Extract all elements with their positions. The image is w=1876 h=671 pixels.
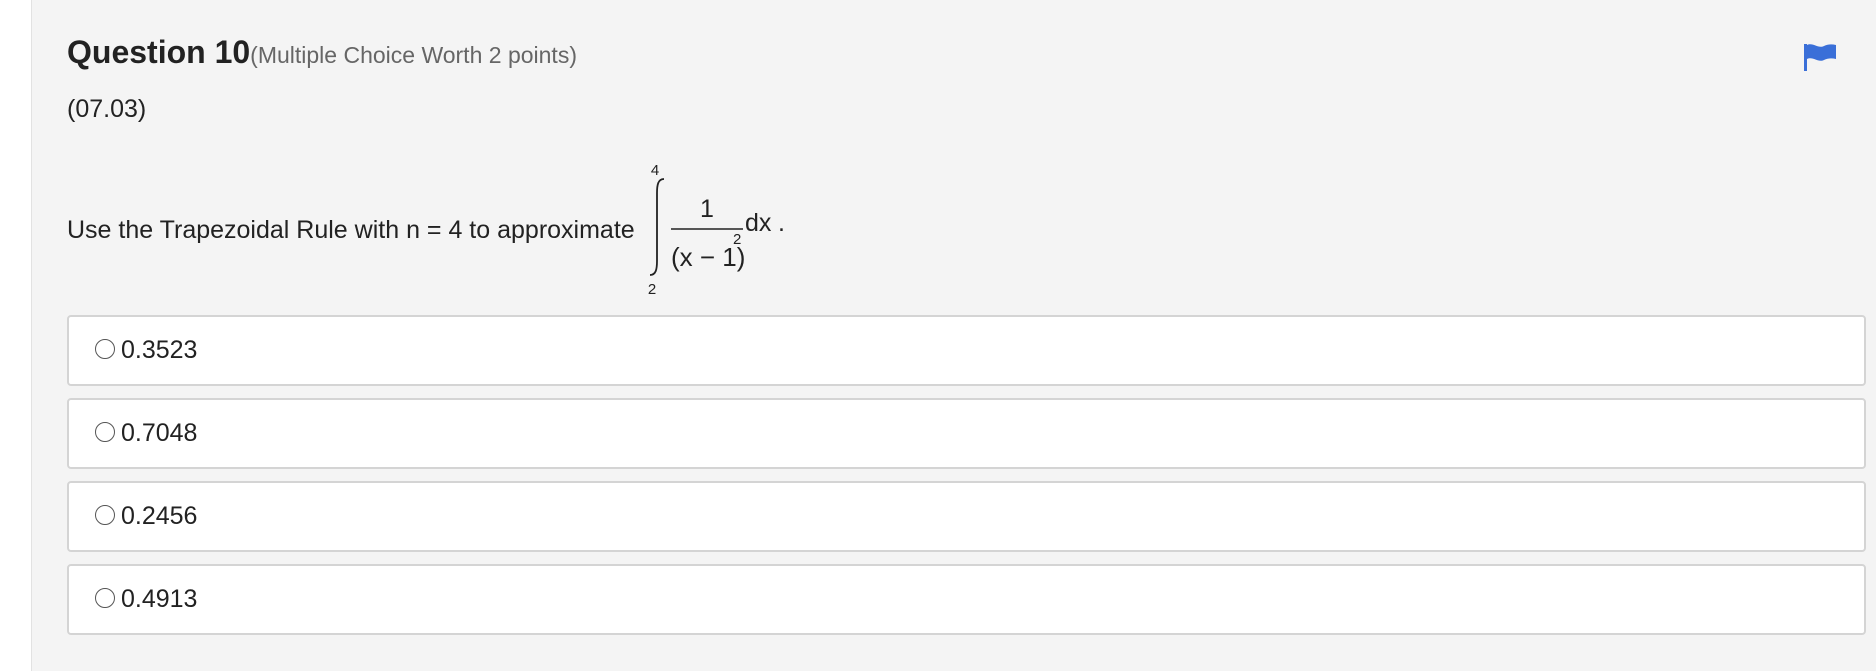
option-label: 0.7048 <box>121 419 198 447</box>
numerator: 1 <box>700 195 714 223</box>
end-period: . <box>778 209 785 237</box>
integral-expression: 4 2 1 (x − 1) 2 dx . <box>648 165 785 295</box>
answer-option[interactable]: 0.7048 <box>67 398 1866 469</box>
option-label: 0.4913 <box>121 585 198 613</box>
answer-options: 0.3523 0.7048 0.2456 0.4913 <box>67 315 1866 647</box>
question-number: Question 10 <box>67 34 251 70</box>
radio-button[interactable] <box>95 338 115 359</box>
radio-button[interactable] <box>95 587 115 608</box>
standard-code: (07.03) <box>67 95 147 123</box>
option-label: 0.2456 <box>121 502 198 530</box>
answer-option[interactable]: 0.3523 <box>67 315 1866 386</box>
option-label: 0.3523 <box>121 336 198 364</box>
answer-option[interactable]: 0.4913 <box>67 564 1866 635</box>
upper-limit: 4 <box>651 165 659 179</box>
exponent: 2 <box>733 231 741 248</box>
question-meta: (Multiple Choice Worth 2 points) <box>250 42 577 68</box>
question-panel: Question 10(Multiple Choice Worth 2 poin… <box>31 0 1876 671</box>
lower-limit: 2 <box>648 281 656 295</box>
prompt-text: Use the Trapezoidal Rule with n = 4 to a… <box>67 215 635 244</box>
integral-sign <box>649 178 664 276</box>
radio-button[interactable] <box>95 421 115 442</box>
question-prompt: Use the Trapezoidal Rule with n = 4 to a… <box>67 165 820 295</box>
answer-option[interactable]: 0.2456 <box>67 481 1866 552</box>
radio-button[interactable] <box>95 504 115 525</box>
question-header: Question 10(Multiple Choice Worth 2 poin… <box>67 34 577 71</box>
differential: dx <box>745 209 772 237</box>
flag-icon[interactable] <box>1803 42 1837 72</box>
